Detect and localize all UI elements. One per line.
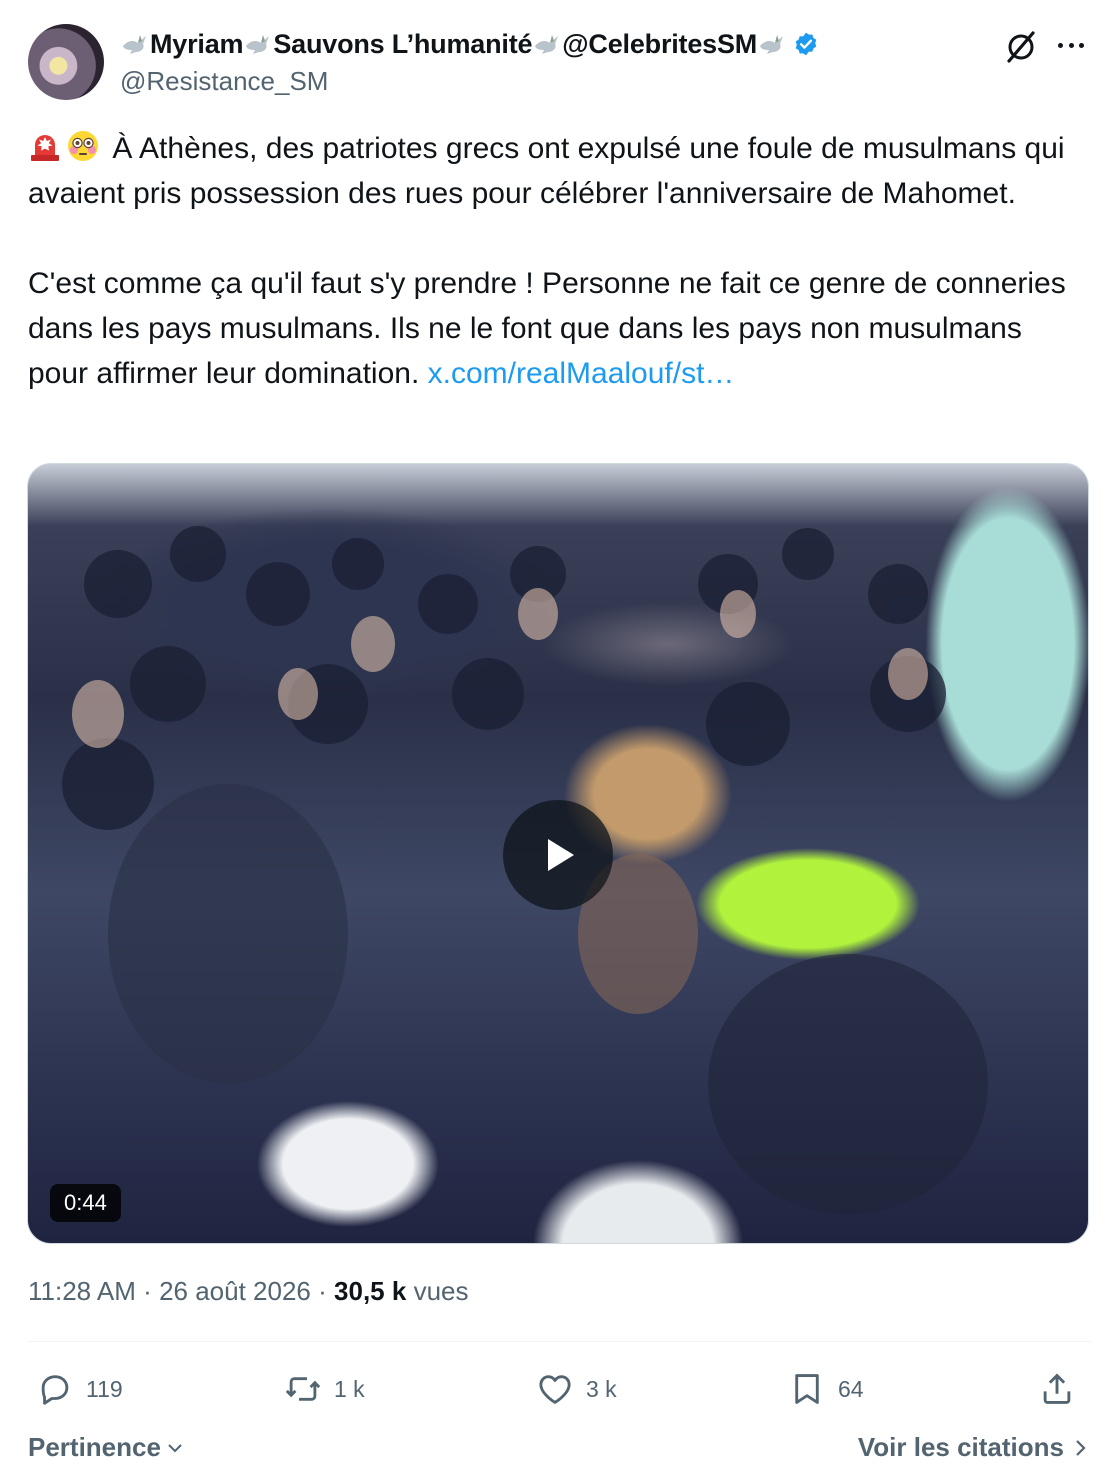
display-name-part-3: @CelebritesSM: [562, 28, 758, 59]
action-bar: 119 1 k 3 k 64: [28, 1366, 1090, 1412]
display-name-part-1: Myriam: [150, 28, 244, 59]
share-button[interactable]: [1038, 1366, 1076, 1412]
repost-button[interactable]: 1 k: [284, 1366, 365, 1412]
flushed-face-emoji: [68, 131, 98, 161]
sort-label: Pertinence: [28, 1432, 161, 1462]
repost-count: 1 k: [334, 1375, 365, 1402]
police-light-emoji: [31, 135, 59, 161]
video-player[interactable]: 0:44: [27, 463, 1089, 1244]
dove-icon: [246, 35, 270, 54]
grok-icon[interactable]: [1004, 30, 1038, 64]
tweet-time[interactable]: 11:28 AM: [28, 1276, 136, 1306]
replies-footer: Pertinence Voir les citations: [28, 1428, 1090, 1468]
bookmark-count: 64: [838, 1375, 864, 1402]
meta-separator: ·: [318, 1276, 327, 1306]
dove-icon: [123, 35, 146, 54]
avatar[interactable]: [28, 24, 104, 100]
like-icon: [539, 1375, 571, 1404]
tweet-paragraph-1-text: À Athènes, des patriotes grecs ont expul…: [28, 132, 1065, 210]
views-count: 30,5 k: [334, 1276, 407, 1306]
author-handle[interactable]: @Resistance_SM: [120, 66, 328, 97]
play-button[interactable]: [503, 800, 613, 910]
sort-dropdown[interactable]: Pertinence: [28, 1432, 185, 1463]
tweet-text: À Athènes, des patriotes grecs ont expul…: [28, 126, 1090, 396]
dove-icon: [760, 35, 784, 54]
meta-separator: ·: [143, 1276, 152, 1306]
like-count: 3 k: [586, 1375, 617, 1402]
view-quotes-link[interactable]: Voir les citations: [858, 1432, 1090, 1463]
reply-count: 119: [86, 1375, 123, 1402]
share-icon: [1043, 1373, 1071, 1404]
chevron-right-icon: [1076, 1439, 1086, 1456]
tweet-link[interactable]: x.com/realMaalouf/st…: [428, 357, 735, 390]
views-label: vues: [413, 1276, 469, 1306]
reply-button[interactable]: 119: [36, 1366, 123, 1412]
repost-icon: [285, 1377, 321, 1401]
play-icon: [548, 839, 574, 871]
tweet-date[interactable]: 26 août 2026: [159, 1276, 311, 1306]
display-name-part-2: Sauvons L’humanité: [273, 28, 533, 59]
more-icon[interactable]: [1054, 28, 1088, 62]
bookmark-button[interactable]: 64: [788, 1366, 864, 1412]
tweet-paragraph-2: C'est comme ça qu'il faut s'y prendre ! …: [28, 261, 1090, 396]
bookmark-icon: [795, 1374, 819, 1404]
display-name[interactable]: Myriam Sauvons L’humanité @CelebritesSM: [120, 26, 819, 62]
tweet-meta: 11:28 AM · 26 août 2026 · 30,5 k vues: [28, 1276, 468, 1307]
tweet-paragraph-1: À Athènes, des patriotes grecs ont expul…: [28, 126, 1090, 216]
reply-icon: [41, 1375, 69, 1405]
verified-badge-icon[interactable]: [793, 31, 819, 57]
video-duration: 0:44: [50, 1184, 121, 1222]
chevron-down-icon: [168, 1443, 182, 1452]
divider: [28, 1341, 1090, 1342]
like-button[interactable]: 3 k: [536, 1366, 617, 1412]
tweet-header: Myriam Sauvons L’humanité @CelebritesSM …: [28, 24, 1090, 102]
quotes-label: Voir les citations: [857, 1432, 1064, 1462]
dove-icon: [535, 35, 559, 54]
